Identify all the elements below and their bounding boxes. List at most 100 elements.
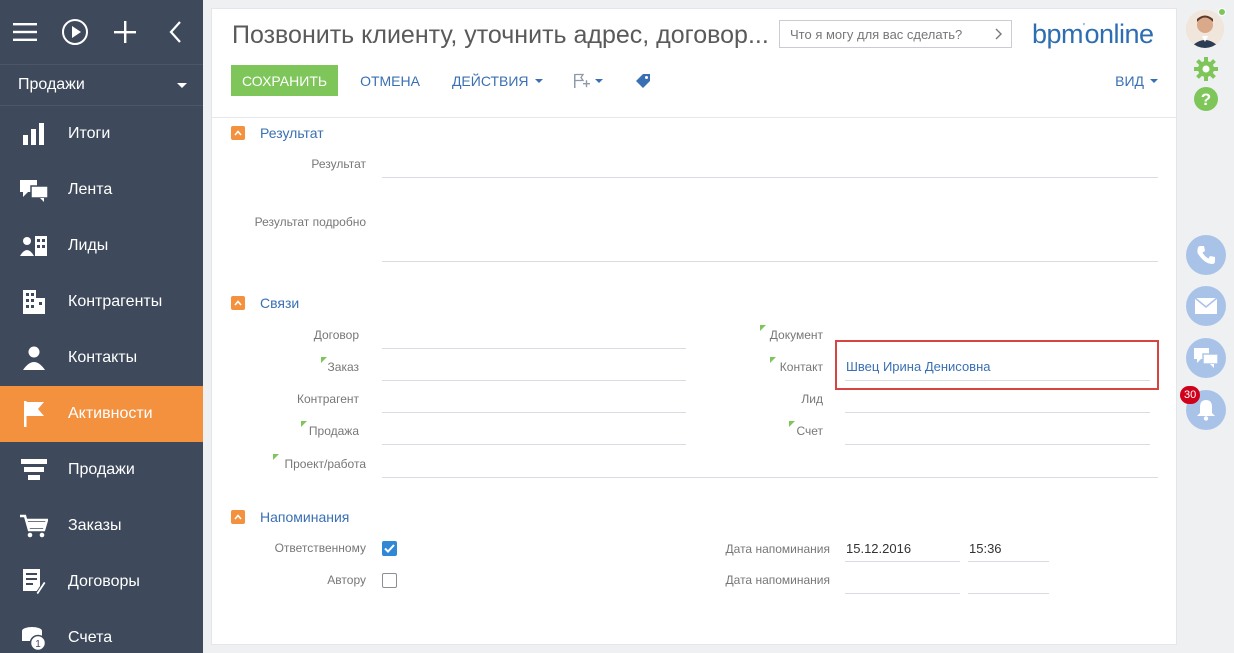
result-field[interactable] — [382, 177, 1158, 178]
chevron-down-icon — [177, 82, 187, 88]
reminders-section-header[interactable]: Напоминания — [231, 509, 349, 525]
contact-field[interactable] — [845, 380, 1150, 381]
svg-text:1: 1 — [35, 639, 41, 650]
contract-field[interactable] — [382, 348, 686, 349]
author-reminder-time-field[interactable] — [968, 593, 1049, 594]
document-label: Документ — [769, 328, 823, 342]
add-button[interactable] — [100, 0, 150, 64]
sidebar-item-feed[interactable]: Лента — [0, 162, 203, 218]
reminder-date-field[interactable] — [845, 561, 960, 562]
workplace-select[interactable]: Продажи — [0, 64, 203, 106]
reminder-time-field[interactable] — [968, 561, 1049, 562]
tag-icon — [635, 73, 650, 88]
notification-count-badge: 30 — [1180, 386, 1201, 404]
menu-button[interactable] — [0, 0, 50, 64]
save-button[interactable]: СОХРАНИТЬ — [231, 65, 339, 96]
workplace-label: Продажи — [18, 76, 85, 93]
result-detail-label: Результат подробно — [254, 215, 366, 229]
result-section-title: Результат — [260, 125, 324, 141]
tag-button[interactable] — [635, 73, 651, 89]
required-mark — [301, 421, 307, 427]
sidebar-item-dashboards[interactable]: Итоги — [0, 106, 203, 162]
sidebar-item-activities[interactable]: Активности — [0, 386, 203, 442]
order-label: Заказ — [327, 360, 359, 374]
account-label: Контрагент — [296, 392, 359, 406]
phone-button[interactable] — [1186, 235, 1226, 275]
project-field[interactable] — [382, 477, 1158, 478]
chevron-right-icon — [995, 28, 1002, 40]
result-label: Результат — [311, 157, 366, 171]
contact-label: Контакт — [779, 360, 823, 374]
view-button[interactable]: ВИД — [1115, 73, 1158, 89]
sidebar-item-label: Контрагенты — [68, 293, 163, 310]
avatar[interactable] — [1186, 10, 1224, 48]
sidebar-item-label: Заказы — [68, 517, 122, 534]
page-title: Позвонить клиенту, уточнить адрес, догов… — [232, 21, 769, 49]
collapse-button[interactable] — [150, 0, 200, 64]
invoice-field[interactable] — [845, 444, 1150, 445]
responsible-label: Ответственному — [274, 541, 366, 555]
sidebar-item-accounts[interactable]: Контрагенты — [0, 274, 203, 330]
required-mark — [321, 357, 327, 363]
cart-icon — [20, 512, 48, 540]
email-icon — [1195, 298, 1217, 314]
checkmark-icon — [384, 544, 395, 553]
result-section-header[interactable]: Результат — [231, 125, 324, 141]
activity-edit-card: Позвонить клиенту, уточнить адрес, догов… — [211, 8, 1177, 645]
accounts-icon — [20, 288, 48, 316]
sidebar-item-leads[interactable]: Лиды — [0, 218, 203, 274]
chat-button[interactable] — [1186, 338, 1226, 378]
plus-icon — [114, 21, 136, 43]
responsible-checkbox[interactable] — [382, 541, 397, 556]
author-reminder-date-field[interactable] — [845, 593, 960, 594]
sidebar-item-opportunities[interactable]: Продажи — [0, 442, 203, 498]
sidebar-item-label: Лиды — [68, 237, 109, 254]
lead-field[interactable] — [845, 412, 1150, 413]
add-flag-button[interactable] — [573, 73, 603, 89]
command-line-input[interactable]: Что я могу для вас сделать? — [779, 20, 1012, 48]
author-label: Автору — [327, 573, 366, 587]
opportunity-field[interactable] — [382, 444, 686, 445]
bell-icon — [1197, 400, 1215, 421]
process-button[interactable] — [50, 0, 100, 64]
phone-icon — [1197, 246, 1215, 264]
svg-text:?: ? — [1201, 90, 1211, 109]
sidebar-item-label: Лента — [68, 181, 113, 198]
reminders-section-title: Напоминания — [260, 509, 350, 525]
actions-button[interactable]: ДЕЙСТВИЯ — [452, 73, 543, 89]
right-panel: ? 30 — [1178, 0, 1234, 653]
actions-label: ДЕЙСТВИЯ — [451, 72, 529, 89]
hamburger-icon — [13, 23, 37, 41]
required-mark — [789, 421, 795, 427]
links-section-header[interactable]: Связи — [231, 295, 299, 311]
chevron-down-icon — [534, 78, 543, 83]
sidebar-item-contacts[interactable]: Контакты — [0, 330, 203, 386]
collapse-chevron-icon — [231, 296, 245, 310]
logo: bpm'online — [1032, 19, 1154, 49]
flag-plus-icon — [573, 73, 590, 88]
gear-icon[interactable] — [1193, 56, 1219, 82]
result-detail-field[interactable] — [382, 261, 1158, 262]
sidebar-item-invoices[interactable]: 1 Счета — [0, 610, 203, 653]
cancel-button[interactable]: ОТМЕНА — [360, 73, 420, 89]
chat-icon — [1194, 348, 1218, 368]
toolbar: СОХРАНИТЬ ОТМЕНА ДЕЙСТВИЯ — [231, 65, 651, 96]
help-icon[interactable]: ? — [1193, 86, 1219, 112]
order-field[interactable] — [382, 380, 686, 381]
author-checkbox[interactable] — [382, 573, 397, 588]
reminder-time-value[interactable]: 15:36 — [969, 541, 1002, 556]
account-field[interactable] — [382, 412, 686, 413]
reminder-date-value[interactable]: 15.12.2016 — [846, 541, 911, 556]
email-button[interactable] — [1186, 286, 1226, 326]
sidebar-item-orders[interactable]: Заказы — [0, 498, 203, 554]
project-label: Проект/работа — [284, 457, 366, 471]
contact-field-value[interactable]: Швец Ирина Денисовна — [846, 359, 991, 374]
sidebar-item-contracts[interactable]: Договоры — [0, 554, 203, 610]
lead-label: Лид — [801, 392, 823, 406]
cancel-label: ОТМЕНА — [360, 72, 420, 89]
sidebar-item-label: Контакты — [68, 349, 138, 366]
flag-icon — [20, 400, 48, 428]
funnel-icon — [20, 456, 48, 484]
author-reminder-date-label: Дата напоминания — [725, 573, 830, 587]
toolbar-divider — [212, 117, 1176, 118]
